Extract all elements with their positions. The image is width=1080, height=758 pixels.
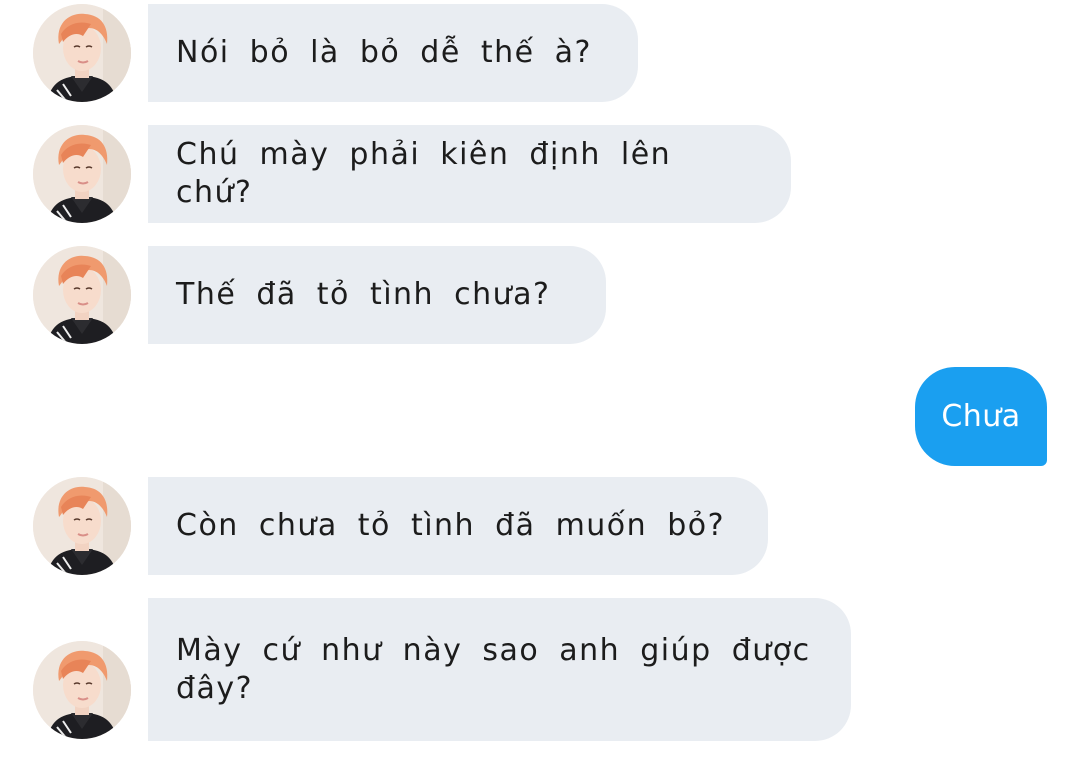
orange-hair-avatar-icon (33, 4, 131, 102)
message-text: Chưa (941, 399, 1021, 434)
message-text: Mày cứ như này sao anh giúp được đây? (176, 632, 811, 706)
message-text: Còn chưa tỏ tình đã muốn bỏ? (176, 508, 726, 543)
outgoing-message-bubble[interactable]: Chưa (915, 367, 1047, 466)
incoming-message-bubble[interactable]: Nói bỏ là bỏ dễ thế à? (148, 4, 638, 102)
orange-hair-avatar-icon (33, 246, 131, 344)
message-text: Nói bỏ là bỏ dễ thế à? (176, 35, 592, 70)
orange-hair-avatar-icon (33, 477, 131, 575)
avatar[interactable] (33, 4, 131, 102)
incoming-message-bubble[interactable]: Mày cứ như này sao anh giúp được đây? (148, 598, 851, 741)
orange-hair-avatar-icon (33, 641, 131, 739)
avatar[interactable] (33, 477, 131, 575)
orange-hair-avatar-icon (33, 125, 131, 223)
avatar[interactable] (33, 641, 131, 739)
incoming-message-bubble[interactable]: Thế đã tỏ tình chưa? (148, 246, 606, 344)
message-text: Thế đã tỏ tình chưa? (176, 277, 551, 312)
incoming-message-bubble[interactable]: Chú mày phải kiên định lên chứ? (148, 125, 791, 223)
message-text: Chú mày phải kiên định lên chứ? (176, 137, 672, 210)
avatar[interactable] (33, 246, 131, 344)
avatar[interactable] (33, 125, 131, 223)
incoming-message-bubble[interactable]: Còn chưa tỏ tình đã muốn bỏ? (148, 477, 768, 575)
